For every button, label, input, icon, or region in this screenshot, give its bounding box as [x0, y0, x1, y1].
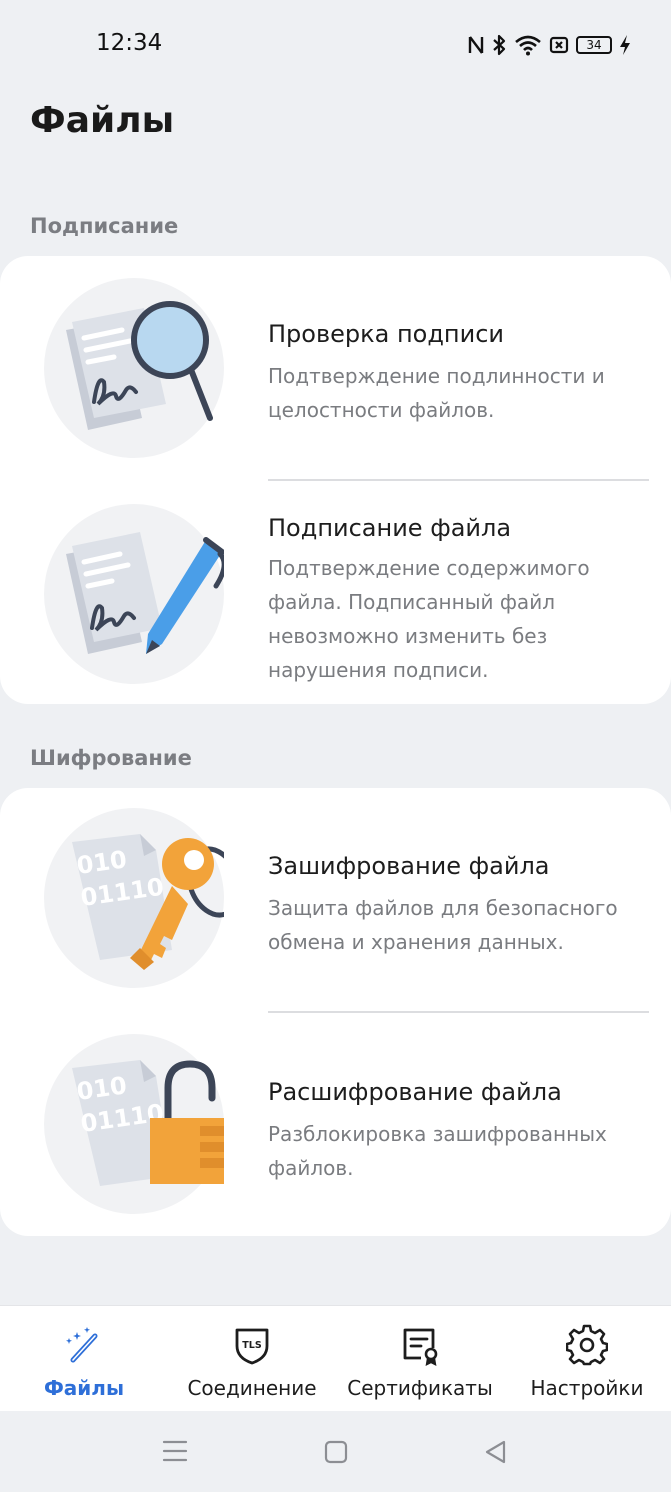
nav-item-files[interactable]: Файлы — [0, 1306, 168, 1412]
pen-document-icon — [44, 504, 224, 684]
magic-wand-icon — [66, 1327, 98, 1363]
charging-icon — [620, 35, 630, 55]
certificate-icon — [403, 1328, 438, 1366]
bluetooth-icon — [493, 34, 506, 56]
item-description: Подтверждение подлинности и целостности … — [268, 364, 605, 422]
battery-indicator: 34 — [576, 36, 612, 54]
item-title: Зашифрование файла — [268, 852, 550, 880]
back-icon[interactable] — [483, 1439, 509, 1465]
wifi-icon — [515, 35, 541, 56]
item-title: Проверка подписи — [268, 320, 504, 348]
nav-label: Сертификаты — [347, 1376, 493, 1400]
nav-label: Соединение — [187, 1376, 317, 1400]
nav-item-connection[interactable]: TLS Соединение — [168, 1306, 336, 1412]
home-icon[interactable] — [323, 1439, 349, 1465]
magnifier-document-icon — [44, 278, 224, 458]
tls-shield-icon: TLS — [235, 1328, 269, 1365]
status-time: 12:34 — [96, 30, 163, 56]
encryption-card: 010 01110 Зашифрование файла Защита файл… — [0, 788, 671, 1236]
nfc-icon — [468, 36, 484, 54]
gear-icon — [566, 1324, 608, 1366]
verify-signature-item[interactable]: Проверка подписи Подтверждение подлиннос… — [0, 256, 671, 480]
status-bar: 12:34 34 — [0, 0, 671, 90]
encrypt-file-item[interactable]: 010 01110 Зашифрование файла Защита файл… — [0, 788, 671, 1012]
nav-item-certificates[interactable]: Сертификаты — [336, 1306, 504, 1412]
nav-label: Настройки — [530, 1376, 644, 1400]
decrypt-file-item[interactable]: 010 01110 Расшифрование файла Разблокиро… — [0, 1012, 671, 1236]
nav-label: Файлы — [43, 1376, 125, 1400]
key-document-icon: 010 01110 — [44, 808, 224, 988]
status-icons: 34 — [468, 32, 631, 58]
menu-icon[interactable] — [162, 1439, 188, 1463]
item-description: Разблокировка зашифрованных файлов. — [268, 1122, 607, 1180]
section-label-signing: Подписание — [30, 214, 179, 238]
padlock-document-icon: 010 01110 — [44, 1034, 224, 1214]
section-label-encryption: Шифрование — [30, 746, 192, 770]
item-description: Защита файлов для безопасного обмена и х… — [268, 896, 618, 954]
sign-file-item[interactable]: Подписание файла Подтверждение содержимо… — [0, 480, 671, 704]
signing-card: Проверка подписи Подтверждение подлиннос… — [0, 256, 671, 704]
sim-off-icon — [549, 36, 569, 54]
nav-item-settings[interactable]: Настройки — [503, 1306, 671, 1412]
system-navigation-bar — [0, 1411, 671, 1492]
item-title: Подписание файла — [268, 514, 512, 542]
tls-badge-text: TLS — [242, 1340, 262, 1351]
bottom-navigation: Файлы TLS Соединение Сертификаты Настрой… — [0, 1305, 671, 1411]
item-description: Подтверждение содержимого файла. Подписа… — [268, 556, 590, 682]
page-title: Файлы — [30, 100, 175, 141]
item-title: Расшифрование файла — [268, 1078, 562, 1106]
